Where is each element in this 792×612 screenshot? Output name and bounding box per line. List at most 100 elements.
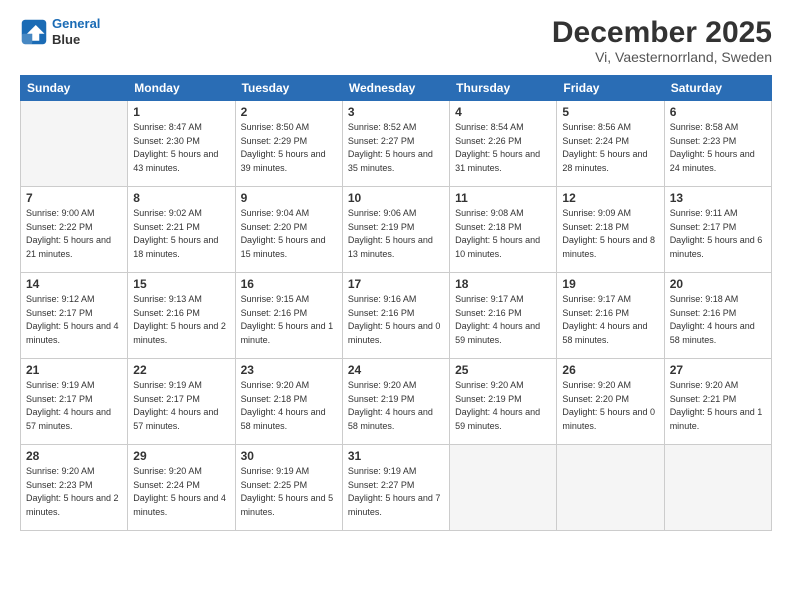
day-number: 3: [348, 105, 444, 119]
calendar-cell: 12 Sunrise: 9:09 AMSunset: 2:18 PMDayligh…: [557, 187, 664, 273]
day-info: Sunrise: 9:19 AMSunset: 2:25 PMDaylight:…: [241, 465, 337, 519]
day-info: Sunrise: 9:20 AMSunset: 2:24 PMDaylight:…: [133, 465, 229, 519]
day-info: Sunrise: 9:20 AMSunset: 2:19 PMDaylight:…: [348, 379, 444, 433]
calendar-cell: 11 Sunrise: 9:08 AMSunset: 2:18 PMDayligh…: [450, 187, 557, 273]
day-info: Sunrise: 9:17 AMSunset: 2:16 PMDaylight:…: [455, 293, 551, 347]
calendar-cell: 27 Sunrise: 9:20 AMSunset: 2:21 PMDayligh…: [664, 359, 771, 445]
day-info: Sunrise: 8:50 AMSunset: 2:29 PMDaylight:…: [241, 121, 337, 175]
day-info: Sunrise: 8:56 AMSunset: 2:24 PMDaylight:…: [562, 121, 658, 175]
weekday-header-sunday: Sunday: [21, 76, 128, 101]
calendar-cell: 16 Sunrise: 9:15 AMSunset: 2:16 PMDayligh…: [235, 273, 342, 359]
calendar-week-row: 7Sunrise: 9:00 AMSunset: 2:22 PMDaylight…: [21, 187, 772, 273]
day-info: Sunrise: 9:20 AMSunset: 2:20 PMDaylight:…: [562, 379, 658, 433]
day-info: Sunrise: 8:52 AMSunset: 2:27 PMDaylight:…: [348, 121, 444, 175]
day-info: Sunrise: 9:08 AMSunset: 2:18 PMDaylight:…: [455, 207, 551, 261]
weekday-header-friday: Friday: [557, 76, 664, 101]
day-number: 21: [26, 363, 122, 377]
day-number: 1: [133, 105, 229, 119]
day-info: Sunrise: 9:16 AMSunset: 2:16 PMDaylight:…: [348, 293, 444, 347]
calendar-cell: 31Sunrise: 9:19 AMSunset: 2:27 PMDayligh…: [342, 445, 449, 531]
month-title: December 2025: [552, 16, 772, 49]
calendar-cell: [664, 445, 771, 531]
calendar-cell: 18 Sunrise: 9:17 AMSunset: 2:16 PMDayligh…: [450, 273, 557, 359]
day-info: Sunrise: 9:13 AMSunset: 2:16 PMDaylight:…: [133, 293, 229, 347]
day-number: 25: [455, 363, 551, 377]
day-number: 13: [670, 191, 766, 205]
day-number: 16: [241, 277, 337, 291]
weekday-header-row: SundayMondayTuesdayWednesdayThursdayFrid…: [21, 76, 772, 101]
day-info: Sunrise: 9:19 AMSunset: 2:17 PMDaylight:…: [26, 379, 122, 433]
calendar-cell: 26 Sunrise: 9:20 AMSunset: 2:20 PMDayligh…: [557, 359, 664, 445]
calendar-cell: 22 Sunrise: 9:19 AMSunset: 2:17 PMDayligh…: [128, 359, 235, 445]
day-number: 22: [133, 363, 229, 377]
day-number: 30: [241, 449, 337, 463]
logo-text: General Blue: [52, 16, 100, 47]
day-number: 12: [562, 191, 658, 205]
calendar-cell: 15 Sunrise: 9:13 AMSunset: 2:16 PMDayligh…: [128, 273, 235, 359]
calendar-cell: 13Sunrise: 9:11 AMSunset: 2:17 PMDayligh…: [664, 187, 771, 273]
day-number: 4: [455, 105, 551, 119]
day-number: 29: [133, 449, 229, 463]
calendar-cell: 23Sunrise: 9:20 AMSunset: 2:18 PMDayligh…: [235, 359, 342, 445]
day-number: 20: [670, 277, 766, 291]
weekday-header-thursday: Thursday: [450, 76, 557, 101]
day-number: 27: [670, 363, 766, 377]
day-number: 8: [133, 191, 229, 205]
day-info: Sunrise: 9:19 AMSunset: 2:27 PMDaylight:…: [348, 465, 444, 519]
day-number: 11: [455, 191, 551, 205]
calendar-cell: 29 Sunrise: 9:20 AMSunset: 2:24 PMDayligh…: [128, 445, 235, 531]
weekday-header-monday: Monday: [128, 76, 235, 101]
day-number: 15: [133, 277, 229, 291]
day-info: Sunrise: 9:17 AMSunset: 2:16 PMDaylight:…: [562, 293, 658, 347]
calendar-cell: 19Sunrise: 9:17 AMSunset: 2:16 PMDayligh…: [557, 273, 664, 359]
calendar-cell: 1 Sunrise: 8:47 AMSunset: 2:30 PMDaylight…: [128, 101, 235, 187]
day-info: Sunrise: 9:20 AMSunset: 2:23 PMDaylight:…: [26, 465, 122, 519]
logo-icon: [20, 18, 48, 46]
page: General Blue December 2025 Vi, Vaesterno…: [0, 0, 792, 612]
day-info: Sunrise: 8:47 AMSunset: 2:30 PMDaylight:…: [133, 121, 229, 175]
calendar-cell: [557, 445, 664, 531]
calendar-cell: 17 Sunrise: 9:16 AMSunset: 2:16 PMDayligh…: [342, 273, 449, 359]
calendar-table: SundayMondayTuesdayWednesdayThursdayFrid…: [20, 75, 772, 531]
day-number: 24: [348, 363, 444, 377]
day-number: 14: [26, 277, 122, 291]
calendar-cell: 3 Sunrise: 8:52 AMSunset: 2:27 PMDaylight…: [342, 101, 449, 187]
calendar-cell: 25 Sunrise: 9:20 AMSunset: 2:19 PMDayligh…: [450, 359, 557, 445]
day-info: Sunrise: 9:12 AMSunset: 2:17 PMDaylight:…: [26, 293, 122, 347]
day-number: 10: [348, 191, 444, 205]
calendar-cell: 20Sunrise: 9:18 AMSunset: 2:16 PMDayligh…: [664, 273, 771, 359]
calendar-cell: 28Sunrise: 9:20 AMSunset: 2:23 PMDayligh…: [21, 445, 128, 531]
day-info: Sunrise: 9:20 AMSunset: 2:19 PMDaylight:…: [455, 379, 551, 433]
day-number: 17: [348, 277, 444, 291]
day-info: Sunrise: 9:02 AMSunset: 2:21 PMDaylight:…: [133, 207, 229, 261]
day-info: Sunrise: 9:20 AMSunset: 2:21 PMDaylight:…: [670, 379, 766, 433]
day-info: Sunrise: 9:15 AMSunset: 2:16 PMDaylight:…: [241, 293, 337, 347]
header: General Blue December 2025 Vi, Vaesterno…: [20, 16, 772, 65]
day-number: 18: [455, 277, 551, 291]
calendar-cell: 5Sunrise: 8:56 AMSunset: 2:24 PMDaylight…: [557, 101, 664, 187]
calendar-week-row: 21 Sunrise: 9:19 AMSunset: 2:17 PMDayligh…: [21, 359, 772, 445]
title-block: December 2025 Vi, Vaesternorrland, Swede…: [552, 16, 772, 65]
calendar-cell: 14 Sunrise: 9:12 AMSunset: 2:17 PMDayligh…: [21, 273, 128, 359]
weekday-header-tuesday: Tuesday: [235, 76, 342, 101]
day-info: Sunrise: 9:04 AMSunset: 2:20 PMDaylight:…: [241, 207, 337, 261]
calendar-cell: [21, 101, 128, 187]
day-info: Sunrise: 9:00 AMSunset: 2:22 PMDaylight:…: [26, 207, 122, 261]
weekday-header-wednesday: Wednesday: [342, 76, 449, 101]
day-info: Sunrise: 9:06 AMSunset: 2:19 PMDaylight:…: [348, 207, 444, 261]
day-number: 26: [562, 363, 658, 377]
day-number: 6: [670, 105, 766, 119]
calendar-week-row: 1 Sunrise: 8:47 AMSunset: 2:30 PMDaylight…: [21, 101, 772, 187]
calendar-week-row: 28Sunrise: 9:20 AMSunset: 2:23 PMDayligh…: [21, 445, 772, 531]
location-subtitle: Vi, Vaesternorrland, Sweden: [552, 49, 772, 65]
logo: General Blue: [20, 16, 100, 47]
calendar-cell: 2Sunrise: 8:50 AMSunset: 2:29 PMDaylight…: [235, 101, 342, 187]
day-info: Sunrise: 8:58 AMSunset: 2:23 PMDaylight:…: [670, 121, 766, 175]
calendar-cell: 24 Sunrise: 9:20 AMSunset: 2:19 PMDayligh…: [342, 359, 449, 445]
calendar-cell: 10 Sunrise: 9:06 AMSunset: 2:19 PMDayligh…: [342, 187, 449, 273]
calendar-cell: 21 Sunrise: 9:19 AMSunset: 2:17 PMDayligh…: [21, 359, 128, 445]
day-info: Sunrise: 9:09 AMSunset: 2:18 PMDaylight:…: [562, 207, 658, 261]
day-info: Sunrise: 9:19 AMSunset: 2:17 PMDaylight:…: [133, 379, 229, 433]
calendar-cell: 9Sunrise: 9:04 AMSunset: 2:20 PMDaylight…: [235, 187, 342, 273]
calendar-cell: 8 Sunrise: 9:02 AMSunset: 2:21 PMDaylight…: [128, 187, 235, 273]
